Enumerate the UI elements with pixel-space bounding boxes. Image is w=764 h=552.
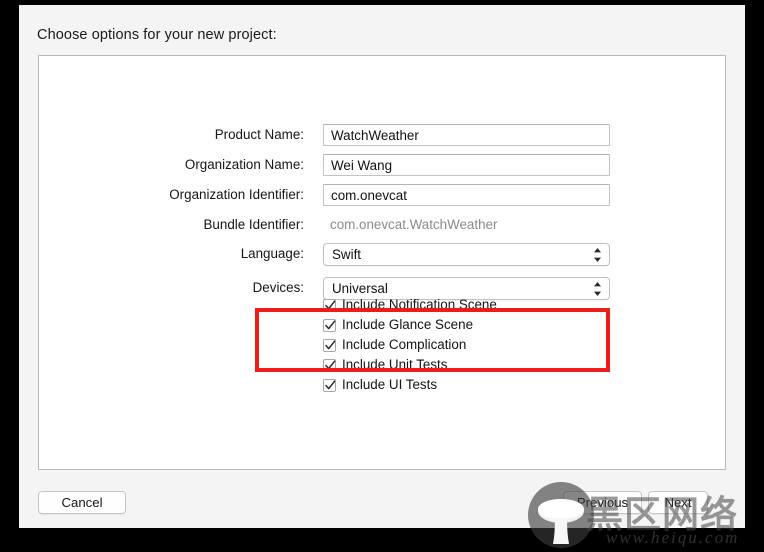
- page-title: Choose options for your new project:: [37, 27, 277, 43]
- devices-label: Devices:: [252, 280, 304, 295]
- form-row-product-name: Product Name:: [39, 124, 725, 146]
- language-selected-value: Swift: [332, 247, 362, 262]
- checkbox-unit-tests[interactable]: [323, 358, 336, 372]
- bundle-identifier-control: com.onevcat.WatchWeather: [323, 214, 610, 236]
- bundle-identifier-label: Bundle Identifier:: [203, 217, 305, 232]
- checkbox-label-glance-scene: Include Glance Scene: [342, 317, 474, 332]
- form-row-organization-name: Organization Name:: [39, 154, 725, 176]
- form-row-bundle-identifier: Bundle Identifier: com.onevcat.WatchWeat…: [39, 214, 725, 236]
- next-button[interactable]: Next: [648, 491, 708, 514]
- options-panel: Product Name: Organization Name: Organiz…: [38, 55, 726, 470]
- language-label: Language:: [240, 246, 304, 261]
- new-project-options-sheet: Choose options for your new project: Pro…: [19, 5, 745, 528]
- checkbox-label-unit-tests: Include Unit Tests: [342, 357, 448, 372]
- organization-identifier-input[interactable]: [323, 184, 610, 206]
- checkbox-notification-scene[interactable]: [323, 298, 336, 312]
- organization-identifier-control: [323, 184, 610, 206]
- language-select[interactable]: Swift: [323, 243, 610, 266]
- checkbox-complication[interactable]: [323, 338, 336, 352]
- checkbox-label-notification-scene: Include Notification Scene: [342, 297, 497, 312]
- organization-name-input[interactable]: [323, 154, 610, 176]
- checkbox-row-notification-scene[interactable]: Include Notification Scene: [323, 295, 623, 315]
- checkbox-glance-scene[interactable]: [323, 318, 336, 332]
- product-name-input[interactable]: [323, 124, 610, 146]
- product-name-label: Product Name:: [214, 127, 304, 142]
- checkbox-label-ui-tests: Include UI Tests: [342, 377, 438, 392]
- checkbox-row-unit-tests[interactable]: Include Unit Tests: [323, 355, 623, 375]
- organization-name-control: [323, 154, 610, 176]
- product-name-control: [323, 124, 610, 146]
- checkbox-row-glance-scene[interactable]: Include Glance Scene: [323, 315, 623, 335]
- previous-button[interactable]: Previous: [563, 491, 642, 514]
- watermark-url: www.heiqu.com: [606, 528, 740, 547]
- checkbox-ui-tests[interactable]: [323, 378, 336, 392]
- form-row-language: Language: Swift: [39, 243, 725, 266]
- organization-identifier-label: Organization Identifier:: [169, 187, 304, 202]
- checkbox-row-complication[interactable]: Include Complication: [323, 335, 623, 355]
- organization-name-label: Organization Name:: [184, 157, 304, 172]
- language-control: Swift: [323, 243, 610, 266]
- form-row-organization-identifier: Organization Identifier:: [39, 184, 725, 206]
- checkbox-row-ui-tests[interactable]: Include UI Tests: [323, 375, 623, 395]
- stepper-updown-icon[interactable]: [593, 247, 602, 263]
- include-options-group: Include Notification Scene Include Glanc…: [323, 295, 623, 395]
- cancel-button[interactable]: Cancel: [38, 491, 126, 514]
- bundle-identifier-value: com.onevcat.WatchWeather: [330, 217, 498, 232]
- checkbox-label-complication: Include Complication: [342, 337, 467, 352]
